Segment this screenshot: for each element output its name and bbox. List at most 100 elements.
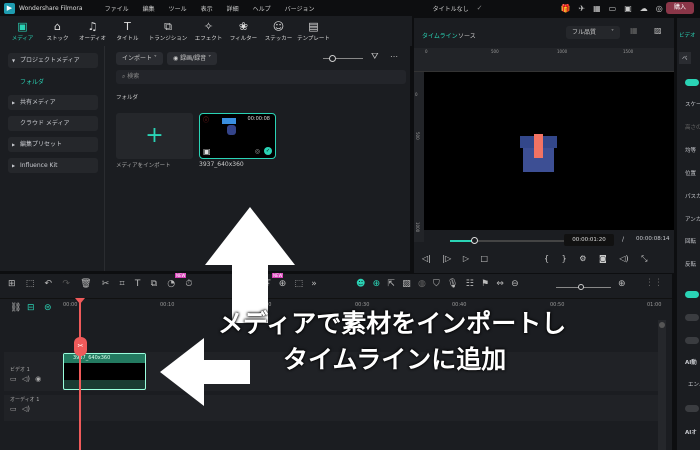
rotate-label: 回転 xyxy=(685,239,697,245)
tab-audio[interactable]: ♫ オーディオ xyxy=(76,16,109,46)
sidebar-item-presets[interactable]: ▶ 編集プリセット xyxy=(8,137,98,152)
timeline-toolbar: ⊞ ⬚ ↶ ↷ 🗑 ✂ ⌗ T ⧉ ◔ ⏱ xyxy=(8,279,192,289)
track-settings-icon[interactable]: ⋮⋮ xyxy=(645,278,663,288)
select-icon[interactable]: ⬚ xyxy=(26,279,35,289)
menu-version[interactable]: バージョン xyxy=(285,4,315,13)
quality-dropdown[interactable]: フル品質 ˅ xyxy=(566,26,620,39)
render-icon[interactable]: ⚙ xyxy=(579,254,586,263)
menu-file[interactable]: ファイル xyxy=(105,4,129,13)
image-icon[interactable]: ▨ xyxy=(402,279,411,289)
toggle-1[interactable] xyxy=(685,291,699,298)
sidebar-item-cloud-media[interactable]: クラウド メディア xyxy=(8,116,98,131)
zoom-out-icon[interactable]: ⊖ xyxy=(511,279,519,289)
track-icon[interactable]: ⊜ xyxy=(44,303,52,313)
sidebar-item-shared-media[interactable]: ▶ 共有メディア xyxy=(8,95,98,110)
menu-advanced[interactable]: 詳細 xyxy=(227,4,239,13)
link-icon[interactable]: ⛓ xyxy=(10,303,21,313)
video-clip[interactable]: 3937_640x360 xyxy=(63,353,146,390)
crop-icon[interactable]: ⌗ xyxy=(120,279,125,289)
tab-title[interactable]: T タイトル xyxy=(111,16,144,46)
timer-icon[interactable]: ⏱ xyxy=(185,279,192,289)
transform-toggle[interactable] xyxy=(685,79,699,86)
more-tools-icon[interactable]: » xyxy=(311,279,317,289)
media-clip-thumbnail[interactable]: ⓘ 00:00:08 ▣ ◎ ✓ xyxy=(199,113,276,159)
snap-icon[interactable]: ⊕ xyxy=(373,279,381,289)
volume-icon[interactable]: ◁) xyxy=(619,254,628,263)
ruler-tick: 00:10 xyxy=(160,302,175,308)
tab-filter[interactable]: ❀ フィルター xyxy=(227,16,260,46)
menu-tools[interactable]: ツール xyxy=(169,4,187,13)
ruler-label: 500 xyxy=(415,132,420,140)
video-track-controls[interactable]: ▭ ◁) ◉ xyxy=(10,375,41,383)
redo-icon[interactable]: ↷ xyxy=(62,279,70,289)
buy-button[interactable]: 購入 xyxy=(666,2,694,14)
import-dropdown[interactable]: インポート ˅ xyxy=(116,52,163,65)
vertical-scrollbar[interactable] xyxy=(658,320,666,450)
sidebar-item-project-media[interactable]: ▼ プロジェクトメディア xyxy=(8,53,98,68)
record-dropdown[interactable]: ◉ 録画/録音 ˅ xyxy=(167,52,218,65)
search-input[interactable]: ⌕ 検索 xyxy=(116,70,406,84)
tab-preview-timeline[interactable]: タイムライン xyxy=(422,31,458,40)
tab-preview-source[interactable]: ソース xyxy=(458,31,476,40)
fullscreen-icon[interactable]: ⤡ xyxy=(641,254,647,263)
tab-effect[interactable]: ✧ エフェクト xyxy=(192,16,225,46)
sticker-icon: ☺ xyxy=(272,20,285,33)
speed-icon[interactable]: ◔ xyxy=(167,279,175,289)
tab-stock[interactable]: ⌂ ストック xyxy=(41,16,74,46)
stabilize-icon[interactable]: ◍ xyxy=(418,279,426,289)
export-frame-icon[interactable]: ⇱ xyxy=(387,279,395,289)
mixer-icon[interactable]: ☷ xyxy=(466,279,474,289)
menu-help[interactable]: ヘルプ xyxy=(253,4,271,13)
fit-icon[interactable]: ⇔ xyxy=(496,279,504,289)
tab-video[interactable]: ビデオ xyxy=(679,31,696,39)
magnet-icon[interactable]: ⊟ xyxy=(27,303,35,313)
timeline-zoom-slider[interactable] xyxy=(556,284,611,290)
preview-progress-bar[interactable] xyxy=(450,237,568,244)
delete-icon[interactable]: 🗑 xyxy=(80,279,91,289)
toggle-4[interactable] xyxy=(685,405,699,412)
text-icon[interactable]: T xyxy=(135,279,141,289)
basic-tab[interactable]: ベ xyxy=(679,52,691,64)
prev-frame-icon[interactable]: ◁| xyxy=(422,254,431,263)
undo-icon[interactable]: ↶ xyxy=(45,279,53,289)
playback-controls[interactable]: ◁| |▷ ▷ □ xyxy=(422,254,488,263)
mic-icon[interactable]: 🎙 xyxy=(447,279,458,289)
tab-label: ストック xyxy=(46,36,69,42)
ai-mate-icon[interactable]: ☻ xyxy=(356,279,365,289)
preview-tools[interactable]: { } ⚙ ◙ ◁) ⤡ xyxy=(544,254,648,264)
stop-icon[interactable]: □ xyxy=(481,254,489,263)
grid-icon[interactable]: ▦ xyxy=(630,26,638,35)
sidebar-item-folder[interactable]: フォルダ xyxy=(20,77,44,86)
split-scissors-icon[interactable]: ✂ xyxy=(74,337,87,356)
toggle-2[interactable] xyxy=(685,314,699,321)
audio-track-controls[interactable]: ▭ ◁) xyxy=(10,405,30,413)
zoom-in-icon[interactable]: ⊕ xyxy=(618,279,626,289)
preview-canvas[interactable] xyxy=(424,72,674,230)
tab-sticker[interactable]: ☺ ステッカー xyxy=(262,16,295,46)
marker-icon[interactable]: ⚑ xyxy=(481,279,489,289)
current-time[interactable]: 00:00:01:20 xyxy=(564,234,614,246)
next-frame-icon[interactable]: |▷ xyxy=(442,254,451,263)
tab-media[interactable]: ▣ メディア xyxy=(6,16,39,46)
tab-transition[interactable]: ⧉ トランジション xyxy=(146,16,190,46)
menu-edit[interactable]: 編集 xyxy=(143,4,155,13)
scope-icon[interactable]: ▨ xyxy=(654,26,662,35)
mark-in-icon[interactable]: { xyxy=(544,254,549,263)
mark-out-icon[interactable]: } xyxy=(562,254,567,263)
sidebar-item-influence-kit[interactable]: ▶ Influence Kit xyxy=(8,158,98,173)
filter-icon[interactable]: ⛛ xyxy=(371,52,379,62)
tab-template[interactable]: ▤ テンプレート xyxy=(297,16,330,46)
toggle-3[interactable] xyxy=(685,337,699,344)
play-icon[interactable]: ▷ xyxy=(463,254,469,263)
uniform-label: 均等 xyxy=(685,148,697,154)
thumbnail-size-slider[interactable] xyxy=(323,55,363,62)
more-icon[interactable]: ⋯ xyxy=(390,52,398,61)
shield-icon[interactable]: ⛉ xyxy=(433,279,440,289)
layout-icon[interactable]: ⊞ xyxy=(8,279,16,289)
transform-icon[interactable]: ⧉ xyxy=(151,279,157,289)
playhead[interactable] xyxy=(79,300,81,450)
cut-icon[interactable]: ✂ xyxy=(102,279,110,289)
menu-view[interactable]: 表示 xyxy=(201,4,213,13)
snapshot-icon[interactable]: ◙ xyxy=(599,254,607,263)
import-media-tile[interactable]: + xyxy=(116,113,193,159)
